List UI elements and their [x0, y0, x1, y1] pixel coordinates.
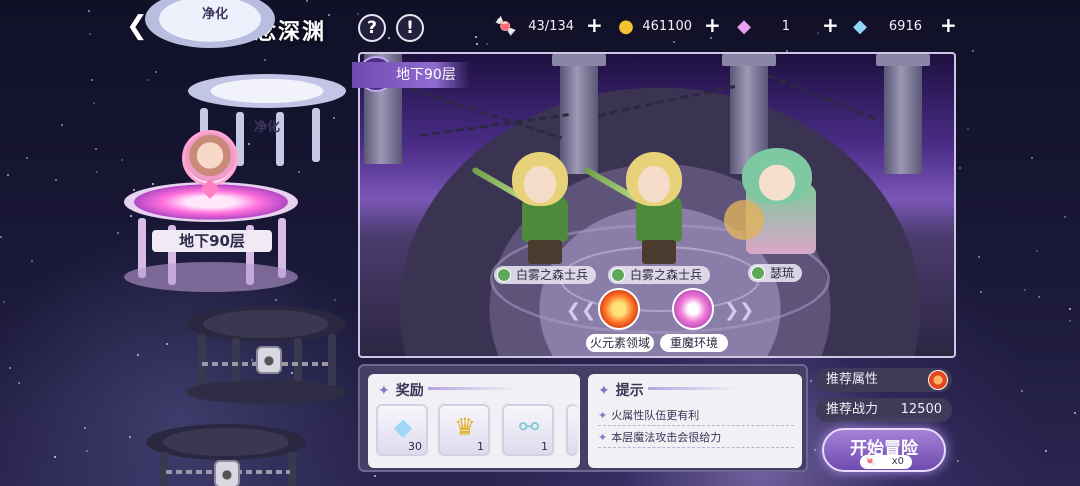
candy-counter: 🍬 43/134 [495, 16, 582, 38]
pink-gem-counter: ◆ 1 [736, 16, 820, 38]
diamond-icon: ◆ [393, 413, 413, 441]
wind-element-icon [497, 268, 511, 282]
recommend-power-label: 推荐战力 [826, 402, 879, 417]
potion-icon: ⚯ [518, 413, 540, 441]
fire-orb-icon[interactable] [598, 288, 640, 330]
golden-trophy-icon: ♛ [454, 413, 476, 441]
sparkle-icon: ✦ [598, 409, 608, 422]
reward-item[interactable]: ◆ 30 [376, 404, 428, 456]
blue-gem-value: 6916 [888, 19, 922, 34]
stage-tag: 地下90层 [352, 62, 470, 88]
question-icon: ? [367, 18, 377, 38]
wind-element-icon [751, 266, 765, 280]
hint-line: ✦ 火属性队伍更有利 [598, 408, 794, 426]
bottom-panel: ✦ 奖励 ◆ 30 ♛ 1 ⚯ 1 ✦ 提示 ✦ 火属性队伍更有利 ✦ 本层魔法… [358, 364, 808, 472]
add-pink-gem-button[interactable]: + [822, 13, 839, 37]
player-avatar [182, 130, 238, 186]
lock-icon: ● [256, 346, 282, 374]
floor-label: 净化 [253, 120, 280, 135]
buff-label: 重魔环境 [660, 334, 728, 352]
reward-count: 1 [477, 440, 484, 453]
fire-element-icon [928, 370, 948, 390]
gold-value: 461100 [642, 19, 692, 34]
candy-icon: 🍬 [494, 16, 518, 37]
sparkle-icon: ✦ [598, 431, 608, 444]
hints-title: ✦ 提示 [598, 383, 644, 399]
gold-counter: ● 461100 [618, 16, 700, 38]
reward-item[interactable]: ♛ 1 [438, 404, 490, 456]
reward-item-partial[interactable] [566, 404, 578, 456]
enemy-name: 白雾之森士兵 [516, 268, 589, 282]
rewards-card: ✦ 奖励 ◆ 30 ♛ 1 ⚯ 1 [368, 374, 580, 468]
start-cost: 🍬 x0 [860, 455, 912, 469]
chevron-left-icon: ❮❮ [566, 300, 597, 321]
magic-staff-icon[interactable] [672, 288, 714, 330]
recommend-attribute: 推荐属性 [816, 368, 952, 392]
reward-item[interactable]: ⚯ 1 [502, 404, 554, 456]
floor-label: 净化 [201, 7, 228, 22]
add-gold-button[interactable]: + [704, 13, 721, 37]
recommend-power-value: 12500 [900, 402, 942, 417]
hint-line: ✦ 本层魔法攻击会很给力 [598, 430, 794, 448]
rewards-title: ✦ 奖励 [378, 383, 424, 399]
buff-label: 火元素领域 [586, 334, 654, 352]
recommend-attribute-label: 推荐属性 [826, 372, 879, 387]
recommend-power: 推荐战力 12500 [816, 398, 952, 422]
enemy-name-plate: 白雾之森士兵 [608, 266, 711, 284]
sparkle-icon: ✦ [378, 383, 390, 399]
lock-icon: ● [214, 460, 240, 486]
hints-card: ✦ 提示 ✦ 火属性队伍更有利 ✦ 本层魔法攻击会很给力 [588, 374, 802, 468]
blue-gem-icon: ◆ [853, 16, 867, 37]
start-adventure-button[interactable]: 开始冒险 🍬 x0 [822, 428, 946, 472]
pink-gem-value: 1 [781, 19, 790, 34]
enemy-name-plate: 白雾之森士兵 [494, 266, 597, 284]
enemy-name-plate: 瑟琉 [748, 264, 803, 282]
blue-gem-counter: ◆ 6916 [852, 16, 934, 38]
pink-gem-icon: ◆ [737, 16, 751, 37]
info-button[interactable]: ! [396, 14, 424, 42]
coin-icon: ● [618, 16, 634, 37]
floor-label-current: 地下90层 [152, 230, 272, 252]
sparkle-icon: ✦ [598, 383, 610, 399]
enemy-name: 瑟琉 [770, 266, 795, 280]
chevron-right-icon: ❯❯ [724, 300, 755, 321]
candy-value: 43/134 [528, 19, 574, 34]
add-candy-button[interactable]: + [586, 13, 603, 37]
enemy-name: 白雾之森士兵 [630, 268, 703, 282]
reward-count: 1 [541, 440, 548, 453]
exclamation-icon: ! [406, 18, 414, 38]
wind-element-icon [611, 268, 625, 282]
add-blue-gem-button[interactable]: + [940, 13, 957, 37]
help-button[interactable]: ? [358, 14, 386, 42]
game-screen: ❮ ♜ 恶念深渊 ? ! 🍬 43/134 + ● 461100 + ◆ 1 +… [0, 0, 1080, 486]
reward-count: 30 [408, 440, 422, 453]
candy-icon: 🍬 [864, 456, 877, 467]
